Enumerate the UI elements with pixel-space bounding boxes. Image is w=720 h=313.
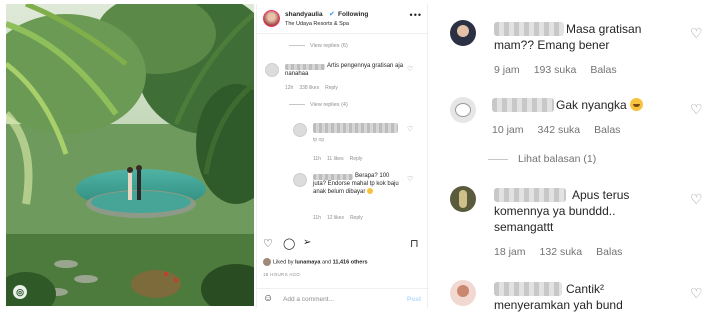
comment-meta: 11h 11 likes Reply: [313, 156, 363, 162]
like-comment-heart-icon[interactable]: ♡: [690, 191, 703, 208]
comment-meta: 10 jam 342 suka Balas: [492, 124, 621, 136]
like-comment-heart-icon[interactable]: ♡: [407, 65, 413, 73]
author-avatar[interactable]: [263, 10, 280, 27]
media-owner-icon: ◎: [13, 285, 27, 299]
post-comment-button[interactable]: Post: [407, 296, 421, 303]
verified-badge-icon: ✔: [329, 11, 335, 18]
like-comment-heart-icon[interactable]: ♡: [690, 285, 703, 302]
comments-list: View replies (6) Artis pengennya gratisa…: [257, 35, 429, 231]
add-comment-bar: ☺ Add a comment... Post: [257, 288, 429, 308]
comment-text: Masa gratisan mam?? Emang bener: [494, 22, 642, 52]
like-heart-icon[interactable]: ♡: [263, 237, 273, 250]
following-button[interactable]: Following: [338, 11, 368, 18]
post-header: shandyaulia ✔ Following The Udaya Resort…: [257, 4, 429, 34]
emoji-icon: [367, 188, 374, 194]
commenter-avatar[interactable]: [450, 186, 476, 212]
redacted-comment: [313, 123, 398, 133]
view-replies-link[interactable]: View replies (6): [289, 43, 348, 49]
likes-count[interactable]: 11,416 others: [333, 259, 368, 265]
commenter-avatar[interactable]: [450, 20, 476, 46]
comment-meta: 11h 12 likes Reply: [313, 215, 363, 221]
like-comment-heart-icon[interactable]: ♡: [407, 125, 413, 133]
post-location[interactable]: The Udaya Resorts & Spa: [285, 21, 349, 27]
emoji-picker-icon[interactable]: ☺: [263, 293, 273, 304]
liker-avatar: [263, 258, 271, 266]
likes-summary: Liked by lunamaya and 11,416 others: [263, 258, 368, 266]
reply-link[interactable]: Reply: [350, 156, 363, 162]
share-icon[interactable]: ➢: [303, 237, 311, 248]
like-comment-heart-icon[interactable]: ♡: [407, 175, 413, 183]
like-comment-heart-icon[interactable]: ♡: [690, 101, 703, 118]
zoomed-comments: Masa gratisan mam?? Emang bener ♡ 9 jam 1…: [436, 0, 720, 313]
commenter-avatar[interactable]: [450, 97, 476, 123]
post-photo: ◎: [6, 4, 254, 306]
comment-meta: 12h 338 likes Reply: [285, 85, 338, 91]
comment-text: tp op: [313, 137, 325, 143]
comment-text: Artis pengennya gratisan aja nanahaa: [285, 63, 404, 77]
commenter-avatar[interactable]: [265, 63, 279, 77]
view-replies-link[interactable]: Lihat balasan (1): [488, 153, 596, 165]
add-comment-input[interactable]: Add a comment...: [283, 296, 334, 303]
commenter-avatar[interactable]: [293, 123, 307, 137]
comment-text: Gak nyangka: [492, 97, 682, 113]
commenter-avatar[interactable]: [450, 280, 476, 306]
reply-link[interactable]: Reply: [325, 85, 338, 91]
reply-link[interactable]: Balas: [596, 246, 622, 258]
like-comment-heart-icon[interactable]: ♡: [690, 25, 703, 42]
comment-meta: 9 jam 193 suka Balas: [494, 64, 617, 76]
comment-text: Cantik² menyeramkan yah bund: [494, 282, 623, 312]
reply-link[interactable]: Balas: [594, 124, 620, 136]
comment-icon[interactable]: ◯: [283, 237, 295, 250]
post-actions: ♡ ◯ ➢ ⊓: [257, 234, 429, 254]
more-options-icon[interactable]: •••: [410, 10, 422, 20]
save-bookmark-icon[interactable]: ⊓: [410, 237, 419, 250]
laughing-emoji-icon: [629, 98, 643, 111]
author-username[interactable]: shandyaulia: [285, 11, 323, 18]
view-replies-link[interactable]: View replies (4): [289, 102, 348, 108]
comment-text: Apus terus komennya ya bunddd.. semangat…: [494, 188, 630, 234]
instagram-post-panel: shandyaulia ✔ Following The Udaya Resort…: [256, 4, 429, 308]
commenter-avatar[interactable]: [293, 173, 307, 187]
comment-text: Berapa? 100 juta? Endorse mahal tp kok b…: [313, 173, 399, 195]
post-timestamp: 18 HOURS AGO: [263, 272, 301, 277]
comment-meta: 18 jam 132 suka Balas: [494, 246, 623, 258]
reply-link[interactable]: Reply: [350, 215, 363, 221]
liker-username[interactable]: lunamaya: [295, 259, 320, 265]
reply-link[interactable]: Balas: [590, 64, 616, 76]
